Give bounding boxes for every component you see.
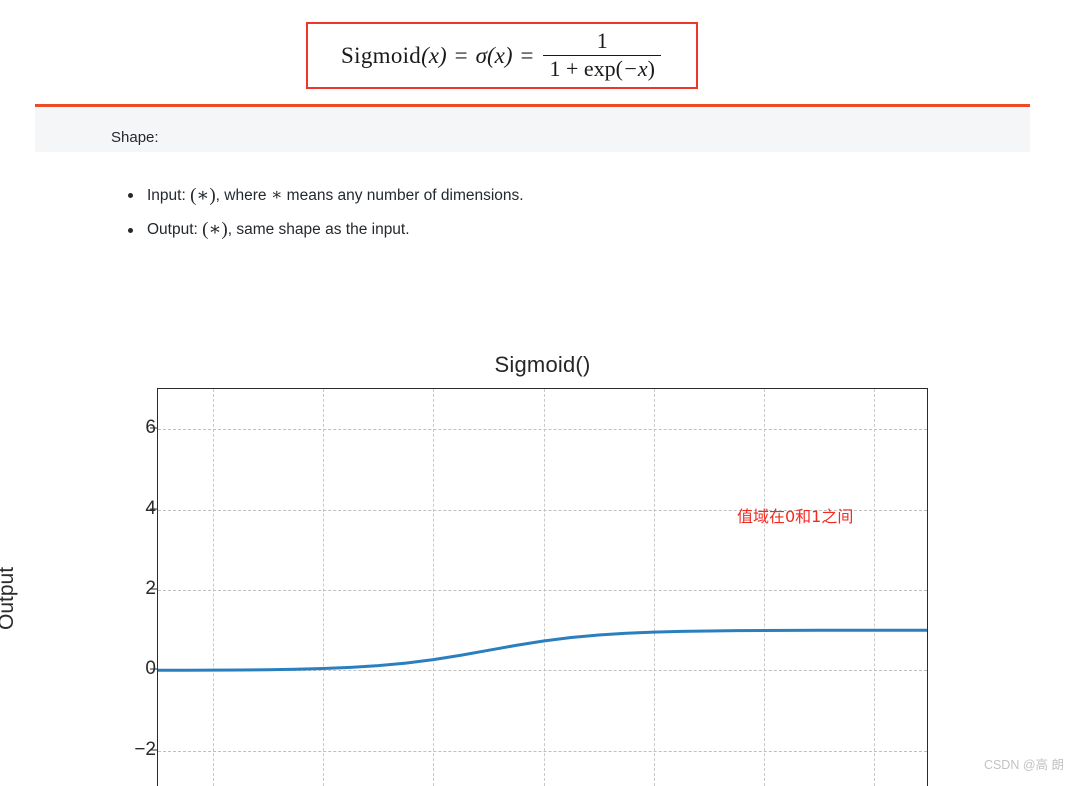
y-tick-mark bbox=[150, 508, 157, 510]
sigmoid-chart: Sigmoid() Output 6 4 2 0 −2 值域在0和1之间 bbox=[0, 330, 1082, 786]
formula-equals-1: = bbox=[454, 42, 468, 68]
y-tick-mark bbox=[150, 588, 157, 590]
formula-equals-2: = bbox=[520, 42, 534, 68]
shape-item-suffix: , where bbox=[215, 187, 271, 204]
formula-box: Sigmoid (x) = σ (x) = 1 1 + exp(−x) bbox=[306, 22, 698, 89]
y-tick-mark bbox=[150, 668, 157, 670]
formula-denominator-prefix: 1 + exp( bbox=[549, 56, 623, 82]
formula-numerator: 1 bbox=[596, 28, 608, 54]
formula-function-name: Sigmoid bbox=[341, 42, 422, 68]
shape-item-star: ∗ bbox=[270, 185, 283, 204]
sigmoid-curve bbox=[158, 628, 927, 672]
shape-item-paren: (∗) bbox=[202, 219, 228, 240]
formula-denominator-arg: −x bbox=[622, 56, 648, 82]
shape-item-tail: means any number of dimensions. bbox=[282, 187, 524, 204]
sigmoid-formula: Sigmoid (x) = σ (x) = 1 1 + exp(−x) bbox=[341, 28, 663, 82]
shape-item-suffix: , same shape as the input. bbox=[227, 221, 410, 238]
formula-sigma-arg: (x) bbox=[486, 42, 513, 68]
formula-sigma: σ bbox=[475, 42, 487, 68]
y-axis-label: Output bbox=[0, 566, 18, 630]
shape-section-header: Shape: bbox=[35, 104, 1030, 152]
curve-path bbox=[158, 628, 927, 672]
plot-area bbox=[157, 388, 928, 786]
y-tick-mark bbox=[150, 749, 157, 751]
chart-title: Sigmoid() bbox=[494, 352, 591, 377]
shape-item-prefix: Output: bbox=[147, 221, 203, 238]
list-item: Input: (∗), where ∗ means any number of … bbox=[125, 178, 524, 213]
csdn-watermark: CSDN @高 朗 bbox=[983, 758, 1064, 772]
shape-item-prefix: Input: bbox=[147, 187, 191, 204]
shape-header-label: Shape: bbox=[111, 129, 159, 146]
shape-item-paren: (∗) bbox=[190, 185, 216, 206]
list-item: Output: (∗), same shape as the input. bbox=[125, 213, 524, 247]
formula-denominator: 1 + exp(−x) bbox=[543, 56, 660, 82]
shape-list: Input: (∗), where ∗ means any number of … bbox=[125, 178, 524, 247]
chart-annotation-text: 值域在0和1之间 bbox=[737, 507, 854, 526]
formula-fraction: 1 1 + exp(−x) bbox=[543, 28, 661, 82]
formula-function-arg: (x) bbox=[421, 42, 447, 68]
formula-denominator-suffix: ) bbox=[647, 56, 655, 82]
y-tick-mark bbox=[150, 427, 157, 429]
